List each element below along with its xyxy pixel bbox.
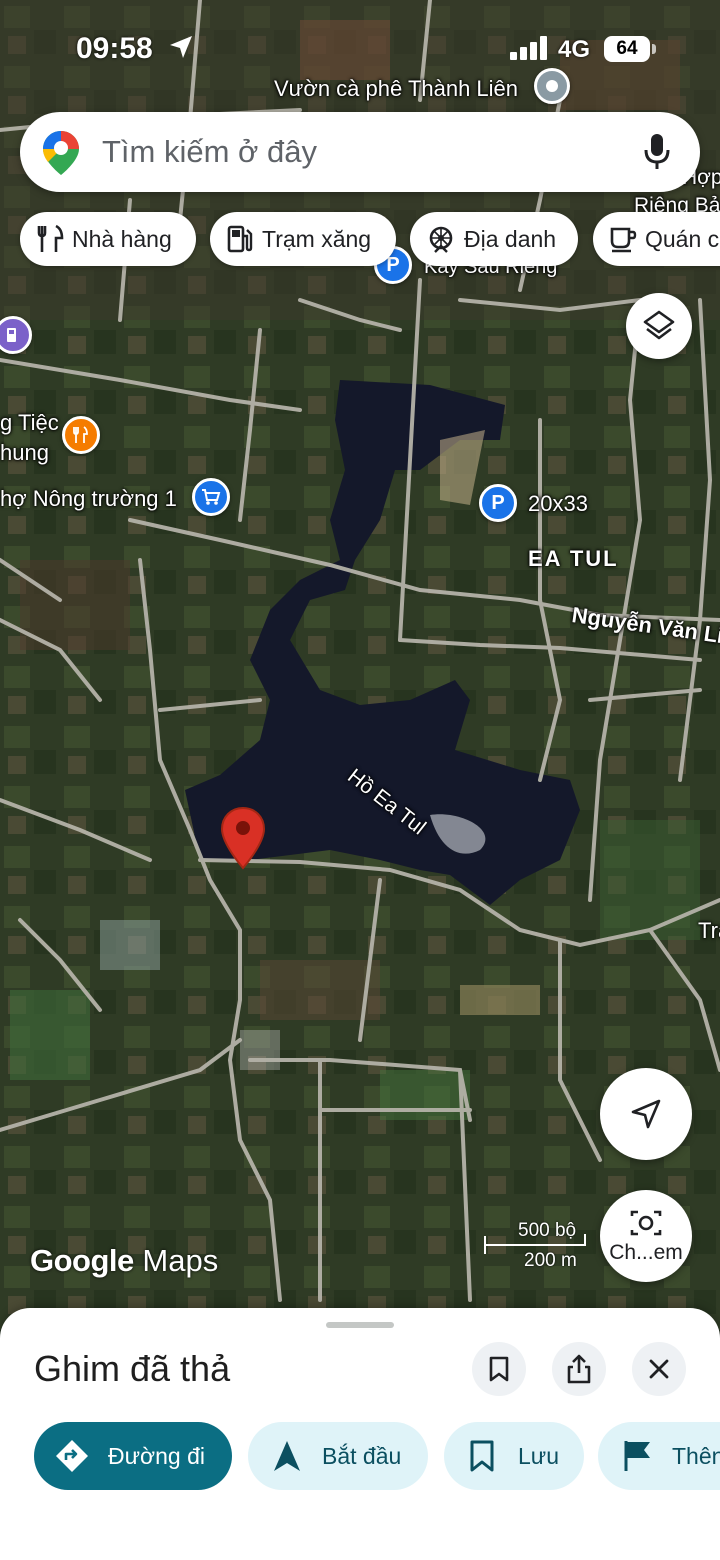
drag-handle[interactable] (326, 1322, 394, 1328)
gas-station-icon (227, 225, 253, 253)
save-icon-button[interactable] (472, 1342, 526, 1396)
scale-label-metric: 200 m (524, 1250, 577, 1271)
action-label: Thên (672, 1442, 720, 1469)
bookmark-icon (470, 1440, 494, 1472)
search-input[interactable]: Tìm kiếm ở đây (102, 134, 317, 170)
dropped-pin-icon[interactable] (220, 806, 266, 870)
save-button[interactable]: Lưu (444, 1422, 584, 1490)
scale-line (484, 1244, 586, 1246)
start-button[interactable]: Bắt đầu (248, 1422, 428, 1490)
layers-icon (643, 310, 675, 340)
scale-tick (584, 1234, 586, 1244)
bookmark-icon (489, 1356, 509, 1382)
battery-tip (652, 44, 656, 54)
flag-icon (624, 1441, 650, 1471)
google-maps-pin-icon (43, 131, 79, 175)
more-button[interactable]: Thên (598, 1422, 720, 1490)
close-icon (649, 1359, 669, 1379)
restaurant-icon (37, 224, 64, 252)
map-scale: 500 bộ 200 m (484, 1220, 594, 1271)
my-location-button[interactable] (600, 1068, 692, 1160)
action-label: Lưu (518, 1442, 559, 1469)
place-label-tra[interactable]: Tra (698, 918, 720, 944)
explore-label: Ch...em (609, 1241, 683, 1264)
share-button[interactable] (552, 1342, 606, 1396)
microphone-icon[interactable] (642, 132, 672, 172)
chip-restaurants[interactable]: Nhà hàng (20, 212, 196, 266)
chip-label: Địa danh (464, 225, 557, 252)
category-chips: Nhà hàng Trạm xăng Địa danh Quán c (20, 212, 720, 268)
layers-button[interactable] (626, 293, 692, 359)
search-bar[interactable]: Tìm kiếm ở đây (20, 112, 700, 192)
signal-bars-icon (510, 36, 547, 60)
chip-label: Trạm xăng (262, 225, 372, 252)
network-type: 4G (558, 36, 591, 63)
chip-gas-stations[interactable]: Trạm xăng (210, 212, 396, 266)
parking-icon[interactable]: P (479, 484, 517, 522)
place-label-coffee-garden[interactable]: Vườn cà phê Thành Liên (274, 76, 518, 102)
place-label-market[interactable]: hợ Nông trường 1 (0, 486, 177, 512)
explore-camera-button[interactable]: Ch...em (600, 1190, 692, 1282)
place-label-hung[interactable]: hung (0, 440, 49, 466)
landmark-icon (429, 226, 453, 253)
battery-indicator: 64 (604, 36, 650, 62)
restaurant-poi-icon[interactable] (62, 416, 100, 454)
sheet-title: Ghim đã thả (34, 1348, 231, 1389)
satellite-map[interactable]: Vườn cà phê Thành Liên Hợp Riêng Bả Kay … (0, 0, 720, 1330)
status-time: 09:58 (76, 32, 153, 65)
camera-search-icon (630, 1210, 662, 1236)
bottom-sheet[interactable]: Ghim đã thả Đường đi Bắt đầu Lưu Thên (0, 1308, 720, 1560)
chip-label: Quán c (645, 225, 720, 252)
chip-label: Nhà hàng (72, 225, 172, 252)
area-label-ea-tul: EA TUL (528, 546, 619, 571)
navigation-arrow-icon (274, 1441, 300, 1471)
status-bar: 09:58 4G 64 (0, 28, 720, 72)
chip-cafes[interactable]: Quán c (593, 212, 720, 266)
directions-button[interactable]: Đường đi (34, 1422, 232, 1490)
shopping-cart-icon[interactable] (192, 478, 230, 516)
share-icon (567, 1354, 591, 1384)
navigation-arrow-icon (631, 1099, 661, 1129)
location-arrow-icon (170, 36, 192, 58)
directions-icon (56, 1440, 88, 1472)
action-label: Bắt đầu (322, 1442, 402, 1469)
place-label-tiec[interactable]: g Tiệc (0, 410, 59, 436)
action-label: Đường đi (108, 1442, 205, 1469)
close-button[interactable] (632, 1342, 686, 1396)
chip-landmarks[interactable]: Địa danh (410, 212, 578, 266)
location-marker-icon[interactable] (534, 68, 570, 104)
coffee-icon (610, 227, 637, 253)
google-maps-logo: Google Maps (30, 1243, 219, 1278)
scale-label-imperial: 500 bộ (518, 1220, 577, 1241)
place-label-20x33[interactable]: 20x33 (528, 491, 588, 517)
